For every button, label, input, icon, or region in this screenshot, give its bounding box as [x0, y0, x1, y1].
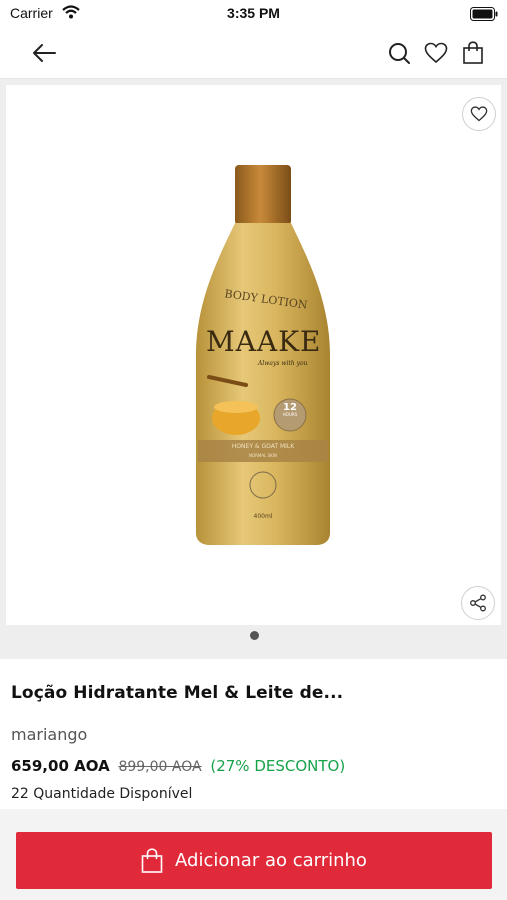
seller-name[interactable]: mariango — [11, 725, 87, 744]
shopping-bag-icon — [141, 847, 163, 873]
page-indicator-dot[interactable] — [250, 631, 259, 640]
product-gallery: BODY LOTION MAAKE Always with you 12 HOU… — [0, 79, 507, 659]
stock-quantity: 22 Quantidade Disponível — [11, 786, 193, 802]
search-button[interactable] — [381, 28, 417, 78]
bag-button[interactable] — [455, 28, 491, 78]
status-bar: Carrier 3:35 PM — [0, 0, 507, 28]
bottle-variant: HONEY & GOAT MILK — [231, 443, 295, 450]
arrow-left-icon — [33, 44, 56, 62]
current-price: 659,00 AOA — [11, 757, 110, 775]
bottle-variant-sub: NORMAL SKIN — [249, 453, 277, 458]
search-icon — [389, 43, 410, 64]
add-to-cart-label: Adicionar ao carrinho — [175, 850, 367, 871]
heart-icon — [470, 106, 488, 122]
battery-icon — [470, 6, 498, 25]
product-info: Loção Hidratante Mel & Leite de... maria… — [0, 659, 507, 809]
share-icon — [470, 594, 486, 612]
heart-icon — [424, 42, 448, 64]
original-price: 899,00 AOA — [118, 759, 202, 775]
discount-badge: (27% DESCONTO) — [210, 757, 346, 775]
shopping-bag-icon — [463, 41, 483, 64]
price-line: 659,00 AOA 899,00 AOA (27% DESCONTO) — [11, 757, 345, 775]
share-button[interactable] — [461, 586, 495, 620]
bottle-brand: MAAKE — [206, 325, 322, 358]
bottle-volume: 400ml — [253, 513, 273, 520]
product-title: Loção Hidratante Mel & Leite de... — [11, 683, 344, 703]
back-button[interactable] — [26, 28, 62, 78]
bottle-tagline: Always with you — [258, 360, 308, 367]
top-navigation-bar — [0, 28, 507, 79]
wishlist-button[interactable] — [418, 28, 454, 78]
add-to-cart-button[interactable]: Adicionar ao carrinho — [16, 832, 492, 889]
bottle-hours: 12 HOURS — [274, 403, 306, 417]
product-image-card[interactable]: BODY LOTION MAAKE Always with you 12 HOU… — [6, 85, 501, 625]
clock: 3:35 PM — [227, 5, 280, 21]
bottle-hours-label: HOURS — [282, 412, 298, 417]
favorite-button[interactable] — [462, 97, 496, 131]
